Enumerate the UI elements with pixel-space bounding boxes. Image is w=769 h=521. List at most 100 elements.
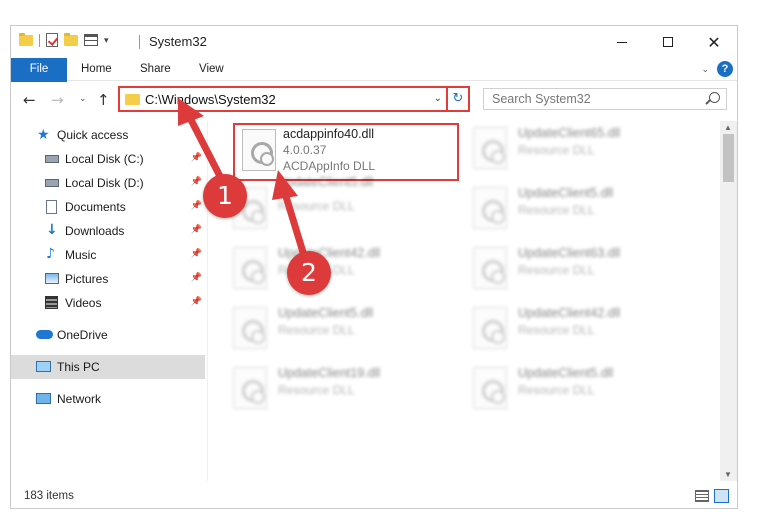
tab-view[interactable]: View — [199, 58, 224, 81]
file-description: Resource DLL — [278, 199, 355, 213]
file-description: Resource DLL — [278, 383, 355, 397]
expand-ribbon-chevron-icon[interactable]: ⌄ — [701, 64, 709, 75]
file-name: UpdateClient5.dll — [278, 175, 374, 189]
tiles-view-icon[interactable] — [714, 489, 729, 503]
window-title: System32 — [149, 34, 207, 49]
network-icon — [36, 393, 51, 404]
document-icon — [46, 200, 57, 214]
maximize-button[interactable] — [645, 26, 691, 58]
search-icon[interactable] — [709, 92, 720, 103]
properties-icon[interactable] — [84, 34, 98, 46]
back-button[interactable]: ← — [23, 91, 36, 109]
music-icon: ♪ — [46, 246, 55, 262]
sidebar-item-onedrive[interactable]: OneDrive — [11, 323, 205, 347]
sidebar-item-videos[interactable]: Videos 📌 — [11, 291, 205, 315]
item-count: 183 items — [24, 490, 74, 502]
vertical-scrollbar[interactable]: ▲ ▼ — [720, 121, 737, 481]
sidebar-item-label: Network — [57, 392, 102, 406]
toolbar-separator — [39, 33, 40, 47]
pin-icon[interactable]: 📌 — [191, 153, 202, 163]
sidebar-item-local-disk-d[interactable]: Local Disk (D:) 📌 — [11, 171, 205, 195]
properties-check-icon[interactable] — [46, 33, 58, 47]
file-description: Resource DLL — [518, 143, 595, 157]
pin-icon[interactable]: 📌 — [191, 249, 202, 259]
dll-gear-icon — [233, 247, 267, 289]
folder-icon[interactable] — [19, 32, 33, 46]
disk-icon — [45, 155, 59, 163]
sidebar-item-label: Local Disk (D:) — [65, 176, 144, 190]
scroll-down-icon[interactable]: ▼ — [724, 470, 732, 479]
status-bar: 183 items — [11, 484, 737, 508]
pane-divider[interactable] — [207, 121, 208, 481]
tab-share[interactable]: Share — [140, 58, 171, 81]
computer-icon — [36, 361, 51, 372]
cloud-icon — [36, 330, 53, 339]
up-button[interactable]: ↑ — [97, 91, 110, 109]
sidebar-item-network[interactable]: Network — [11, 387, 205, 411]
file-description: Resource DLL — [518, 323, 595, 337]
title-bar: ▾ System32 ✕ — [11, 26, 737, 58]
file-item[interactable]: UpdateClient5.dll Resource DLL — [211, 301, 441, 359]
file-item-acdappinfo40[interactable]: acdappinfo40.dll 4.0.0.37 ACDAppInfo DLL — [233, 123, 459, 181]
close-button[interactable]: ✕ — [691, 26, 737, 58]
quick-access-toolbar: ▾ — [19, 32, 109, 47]
refresh-button[interactable]: ↻ — [446, 88, 468, 110]
address-path[interactable]: C:\Windows\System32 — [145, 92, 276, 107]
help-icon[interactable]: ? — [717, 61, 733, 77]
close-icon: ✕ — [707, 32, 721, 52]
sidebar-item-local-disk-c[interactable]: Local Disk (C:) 📌 — [11, 147, 205, 171]
scroll-thumb[interactable] — [723, 134, 734, 182]
file-item[interactable]: UpdateClient65.dll Resource DLL — [451, 121, 681, 179]
sidebar-item-this-pc[interactable]: This PC — [11, 355, 205, 379]
file-description: Resource DLL — [518, 383, 595, 397]
pin-icon[interactable]: 📌 — [191, 201, 202, 211]
pin-icon[interactable]: 📌 — [191, 297, 202, 307]
forward-button[interactable]: → — [51, 91, 64, 109]
sidebar-item-music[interactable]: ♪ Music 📌 — [11, 243, 205, 267]
customize-toolbar-chevron-icon[interactable]: ▾ — [104, 35, 109, 46]
sidebar-item-downloads[interactable]: ↓ Downloads 📌 — [11, 219, 205, 243]
sidebar-item-documents[interactable]: Documents 📌 — [11, 195, 205, 219]
dll-gear-icon — [473, 307, 507, 349]
ribbon-tabs: File Home Share View ⌄ ? — [11, 58, 737, 116]
sidebar-item-pictures[interactable]: Pictures 📌 — [11, 267, 205, 291]
details-view-icon[interactable] — [695, 490, 709, 502]
file-version: 4.0.0.37 — [283, 143, 327, 157]
search-input[interactable] — [492, 89, 702, 109]
window-controls: ✕ — [599, 26, 737, 58]
file-item[interactable]: UpdateClient42.dll Resource DLL — [451, 301, 681, 359]
file-description: ACDAppInfo DLL — [283, 159, 376, 173]
search-box[interactable] — [483, 88, 727, 110]
disk-icon — [45, 179, 59, 187]
sidebar-item-quick-access[interactable]: ★ Quick access — [11, 123, 205, 147]
dll-gear-icon — [233, 307, 267, 349]
videos-icon — [45, 296, 58, 309]
file-explorer-window: ▾ System32 ✕ File Home Share View ⌄ ? ← … — [10, 25, 738, 509]
file-item[interactable]: UpdateClient19.dll Resource DLL — [211, 361, 441, 419]
sidebar-item-label: Local Disk (C:) — [65, 152, 144, 166]
minimize-button[interactable] — [599, 26, 645, 58]
pin-icon[interactable]: 📌 — [191, 273, 202, 283]
dll-gear-icon — [473, 367, 507, 409]
sidebar-item-label: This PC — [57, 360, 100, 374]
pin-icon[interactable]: 📌 — [191, 225, 202, 235]
sidebar-item-label: Downloads — [65, 224, 125, 238]
file-list: acdappinfo40.dll 4.0.0.37 ACDAppInfo DLL… — [211, 121, 721, 481]
scroll-up-icon[interactable]: ▲ — [724, 123, 732, 132]
tab-home[interactable]: Home — [81, 58, 112, 81]
sidebar-item-label: Music — [65, 248, 97, 262]
address-bar[interactable]: C:\Windows\System32 ⌄ ↻ — [118, 86, 470, 112]
dll-gear-icon — [473, 127, 507, 169]
new-folder-icon[interactable] — [64, 32, 78, 46]
sidebar-item-label: Videos — [65, 296, 102, 310]
file-item[interactable]: UpdateClient5.dll Resource DLL — [451, 181, 681, 239]
recent-locations-chevron-icon[interactable]: ⌄ — [79, 94, 87, 104]
pin-icon[interactable]: 📌 — [191, 177, 202, 187]
file-item[interactable]: UpdateClient63.dll Resource DLL — [451, 241, 681, 299]
address-dropdown-chevron-icon[interactable]: ⌄ — [434, 93, 442, 104]
file-item[interactable]: UpdateClient5.dll Resource DLL — [451, 361, 681, 419]
address-folder-icon — [125, 94, 140, 105]
file-description: Resource DLL — [278, 323, 355, 337]
step-2-badge: 2 — [287, 251, 331, 295]
dll-gear-icon — [473, 187, 507, 229]
